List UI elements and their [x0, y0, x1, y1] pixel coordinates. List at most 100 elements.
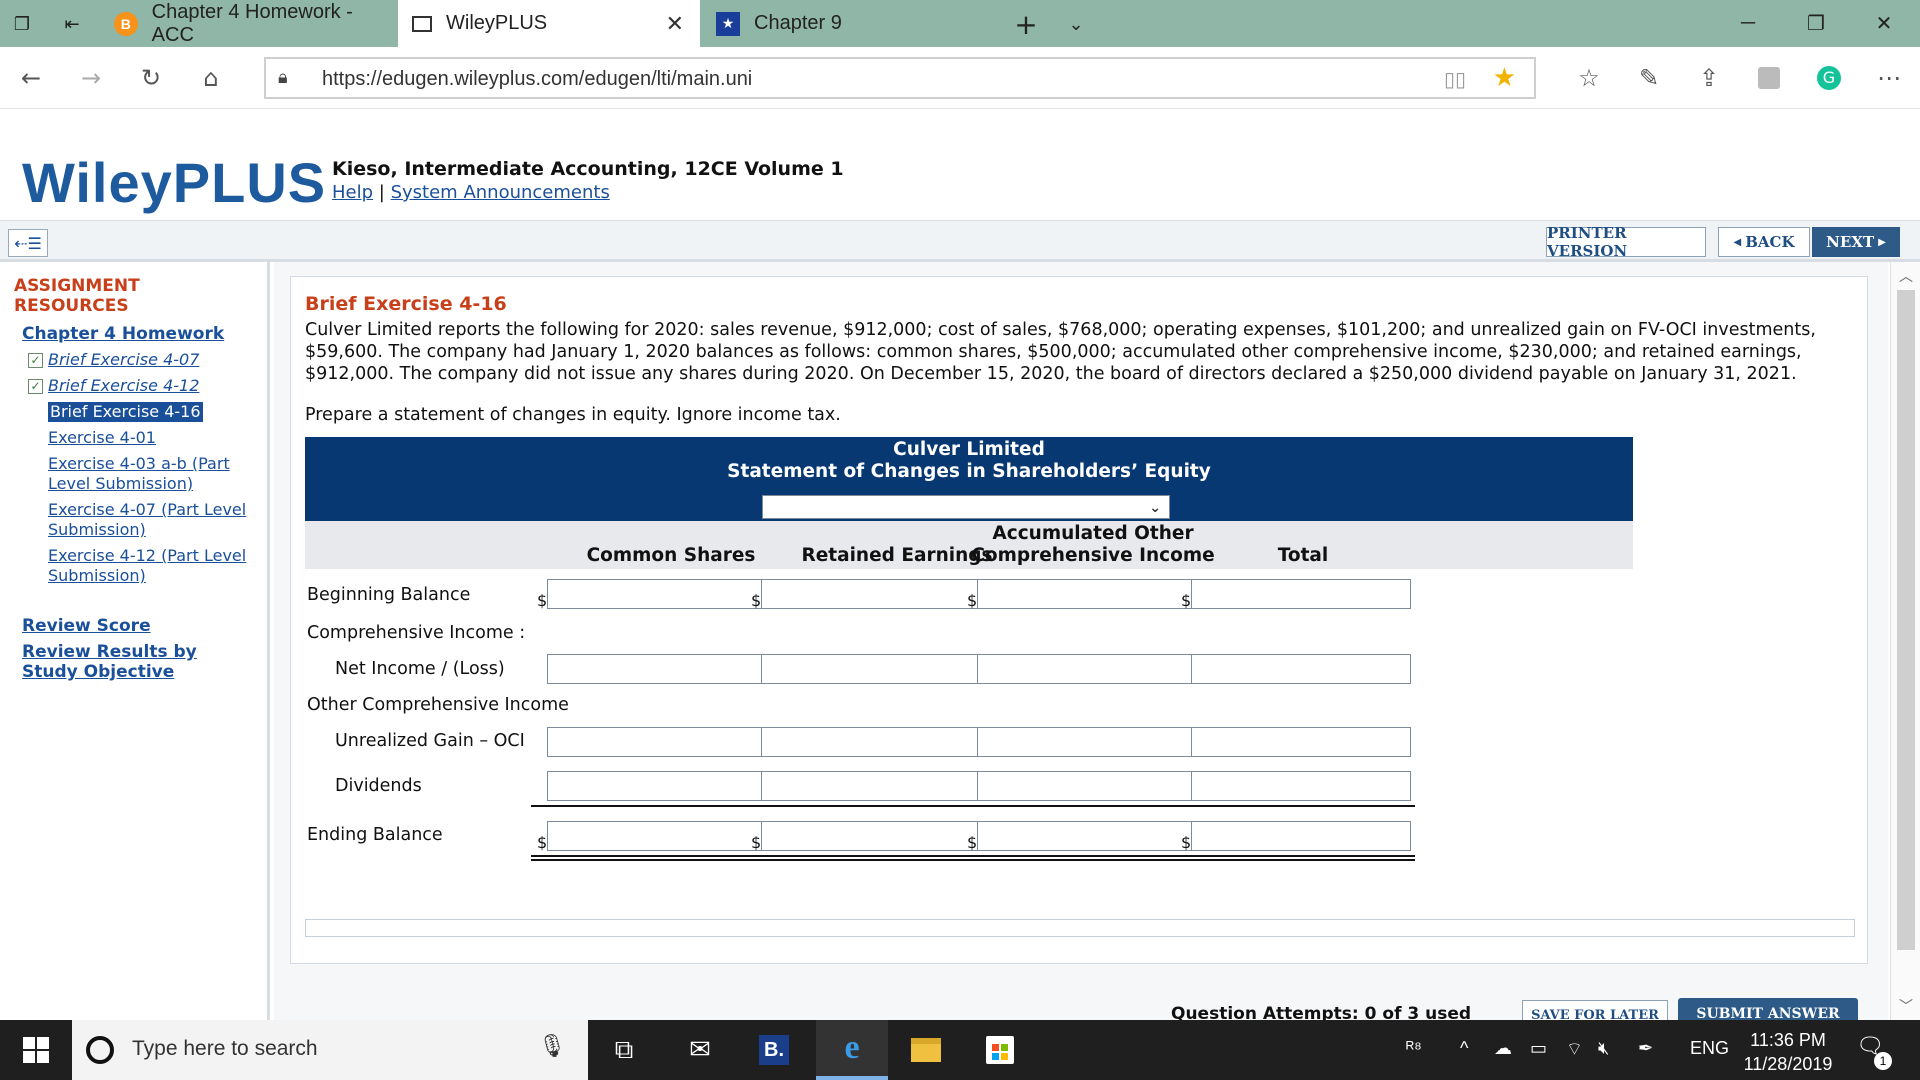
period-select[interactable]: ⌄ — [762, 495, 1170, 519]
unrealized-total-input[interactable] — [1191, 727, 1411, 757]
beginning-total-input[interactable] — [1191, 579, 1411, 609]
new-tab-icon[interactable]: + — [1012, 8, 1040, 41]
mail-icon[interactable]: ✉ — [664, 1020, 736, 1080]
home-icon[interactable]: ⌂ — [194, 61, 228, 95]
task-view-icon[interactable]: ⧉ — [588, 1020, 660, 1080]
page-scrollbar[interactable]: ︿ ﹀ — [1890, 262, 1920, 1020]
save-for-later-button[interactable]: SAVE FOR LATER — [1522, 1000, 1668, 1020]
next-button[interactable]: NEXT ▶ — [1812, 227, 1900, 257]
refresh-icon[interactable]: ↻ — [134, 61, 168, 95]
forward-arrow-icon[interactable]: → — [74, 61, 108, 95]
clock-time: 11:36 PM — [1750, 1030, 1826, 1050]
file-explorer-icon[interactable] — [890, 1020, 962, 1080]
ending-aoci-input[interactable] — [977, 821, 1197, 851]
beginning-common-input[interactable] — [547, 579, 767, 609]
row-dividends: Dividends — [335, 776, 422, 796]
unrealized-retained-input[interactable] — [761, 727, 981, 757]
people-icon[interactable]: ᴿ⁸ — [1406, 1038, 1422, 1059]
pen-icon[interactable]: ✎ — [1632, 61, 1666, 95]
caret-left-icon: ◀ — [1733, 236, 1742, 248]
more-icon[interactable]: ⋯ — [1872, 61, 1906, 95]
close-tab-icon[interactable]: ✕ — [666, 11, 684, 37]
language-indicator[interactable]: ENG — [1690, 1038, 1729, 1059]
dividends-aoci-input[interactable] — [977, 771, 1197, 801]
show-hidden-icons-icon[interactable]: ^ — [1460, 1038, 1468, 1059]
dividends-retained-input[interactable] — [761, 771, 981, 801]
sidebar-item-ex-4-01[interactable]: Exercise 4-01 — [48, 428, 258, 448]
sidebar-chapter-link[interactable]: Chapter 4 Homework — [22, 324, 224, 344]
notification-badge: 1 — [1874, 1052, 1892, 1070]
currency-symbol: $ — [751, 833, 762, 852]
ending-total-input[interactable] — [1191, 821, 1411, 851]
battery-icon[interactable]: ▭ — [1530, 1038, 1547, 1059]
dividends-common-input[interactable] — [547, 771, 767, 801]
action-center-icon[interactable]: 🗨︎ 1 — [1856, 1034, 1892, 1070]
back-button[interactable]: ◀ BACK — [1718, 227, 1810, 257]
subtotal-underline — [961, 805, 1201, 807]
unrealized-aoci-input[interactable] — [977, 727, 1197, 757]
booking-app-icon[interactable]: B. — [738, 1020, 810, 1080]
scroll-up-icon[interactable]: ︿ — [1891, 266, 1920, 286]
submit-answer-button[interactable]: SUBMIT ANSWER — [1678, 998, 1858, 1020]
dividends-total-input[interactable] — [1191, 771, 1411, 801]
microphone-icon[interactable]: 🎙︎ — [538, 1034, 566, 1059]
address-bar[interactable]: 🔒︎ https://edugen.wileyplus.com/edugen/l… — [264, 57, 1536, 99]
sidebar-item-be-4-16[interactable]: Brief Exercise 4-16 — [48, 402, 203, 422]
search-placeholder: Type here to search — [132, 1037, 318, 1060]
printer-version-button[interactable]: PRINTER VERSION — [1546, 224, 1706, 260]
currency-symbol: $ — [1181, 591, 1192, 610]
row-beginning-balance: Beginning Balance — [307, 585, 471, 605]
back-arrow-icon[interactable]: ← — [14, 61, 48, 95]
chevron-down-icon[interactable]: ⌄ — [1062, 10, 1090, 38]
onedrive-icon[interactable]: ☁ — [1494, 1038, 1512, 1059]
set-aside-tabs-icon[interactable]: ⇤ — [58, 10, 86, 38]
subtotal-underline — [1175, 805, 1415, 807]
net-income-aoci-input[interactable] — [977, 654, 1197, 684]
favorite-star-icon[interactable]: ★ — [1493, 63, 1516, 93]
restore-icon[interactable]: ❐ — [1784, 0, 1848, 47]
net-income-retained-input[interactable] — [761, 654, 981, 684]
tab-actions-icon[interactable]: ❐ — [8, 10, 36, 38]
scroll-thumb[interactable] — [1897, 290, 1915, 950]
extension-icon[interactable] — [1752, 61, 1786, 95]
ending-retained-input[interactable] — [761, 821, 981, 851]
review-results-link[interactable]: Review Results by Study Objective — [22, 642, 222, 682]
pen-workspace-icon[interactable]: ✒ — [1638, 1038, 1653, 1059]
shield-star-icon: ★ — [716, 11, 740, 36]
sidebar-item-be-4-07[interactable]: Brief Exercise 4-07 — [48, 350, 258, 370]
beginning-aoci-input[interactable] — [977, 579, 1197, 609]
tab-chapter9[interactable]: ★ Chapter 9 — [702, 0, 998, 47]
close-window-icon[interactable]: ✕ — [1852, 0, 1916, 47]
header-links: Help | System Announcements — [332, 182, 610, 203]
help-link[interactable]: Help — [332, 182, 373, 203]
windows-start-icon[interactable] — [0, 1020, 72, 1080]
beginning-retained-input[interactable] — [761, 579, 981, 609]
volume-muted-icon[interactable]: 🔇︎ — [1598, 1038, 1609, 1059]
edge-browser-icon[interactable]: e — [816, 1020, 888, 1080]
taskbar-search[interactable]: Type here to search 🎙︎ — [72, 1020, 588, 1080]
ending-common-input[interactable] — [547, 821, 767, 851]
share-icon[interactable]: ⇪ — [1692, 61, 1726, 95]
tab-chapter4-homework[interactable]: B Chapter 4 Homework - ACC — [100, 0, 396, 47]
grammarly-icon[interactable]: G — [1812, 61, 1846, 95]
scroll-down-icon[interactable]: ﹀ — [1891, 996, 1920, 1016]
review-score-link[interactable]: Review Score — [22, 616, 242, 636]
net-income-total-input[interactable] — [1191, 654, 1411, 684]
browser-nav-bar: ← → ↻ ⌂ 🔒︎ https://edugen.wileyplus.com/… — [0, 47, 1920, 109]
minimize-icon[interactable]: ─ — [1716, 0, 1780, 47]
sidebar-item-ex-4-12[interactable]: Exercise 4-12 (Part Level Submission) — [48, 546, 258, 586]
reading-view-icon[interactable]: ▯▯ — [1444, 67, 1466, 91]
currency-symbol: $ — [537, 591, 548, 610]
store-icon[interactable] — [964, 1020, 1036, 1080]
announcements-link[interactable]: System Announcements — [391, 182, 610, 203]
favorites-list-icon[interactable]: ☆ — [1572, 61, 1606, 95]
unrealized-common-input[interactable] — [547, 727, 767, 757]
sidebar-item-ex-4-03[interactable]: Exercise 4-03 a-b (Part Level Submission… — [48, 454, 258, 494]
sidebar-item-be-4-12[interactable]: Brief Exercise 4-12 — [48, 376, 258, 396]
sidebar-item-ex-4-07[interactable]: Exercise 4-07 (Part Level Submission) — [48, 500, 258, 540]
net-income-common-input[interactable] — [547, 654, 767, 684]
collapse-sidebar-icon[interactable]: ⇠☰ — [8, 229, 48, 257]
wifi-icon[interactable]: ⌔ — [1566, 1038, 1583, 1061]
system-clock[interactable]: 11:36 PM 11/28/2019 — [1740, 1028, 1836, 1076]
tab-wileyplus[interactable]: WileyPLUS ✕ — [398, 0, 700, 47]
